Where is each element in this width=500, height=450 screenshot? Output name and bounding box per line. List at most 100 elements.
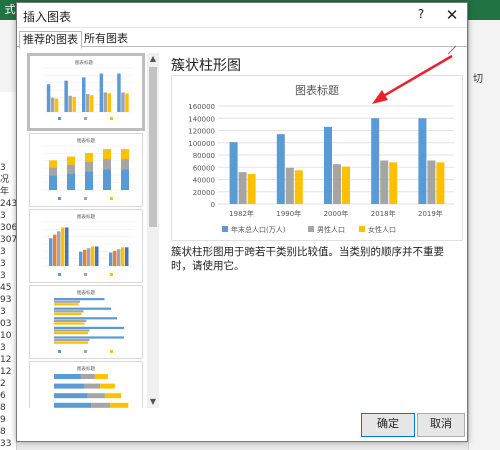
thumb-title: 图表标题 bbox=[77, 137, 95, 144]
sheet-cell[interactable]: 2 bbox=[0, 378, 16, 390]
preview-description: 簇状柱形图用于跨若干类别比较值。当类别的顺序并不重要时，请使用它。 bbox=[171, 246, 444, 272]
thumb-stack-seg bbox=[85, 171, 93, 190]
sheet-cell[interactable]: 3 bbox=[0, 270, 16, 282]
y-tick-label: 120000 bbox=[188, 128, 215, 136]
sheet-cell[interactable]: 8 bbox=[0, 402, 16, 414]
dialog-title-bar: 插入图表 ? ✕ bbox=[17, 3, 467, 28]
close-button[interactable]: ✕ bbox=[442, 5, 462, 25]
scroll-thumb[interactable] bbox=[149, 67, 157, 227]
ok-button[interactable]: 确定 bbox=[361, 413, 415, 437]
preview-chart-name: 簇状柱形图 bbox=[171, 58, 241, 74]
thumb-bar bbox=[72, 96, 76, 112]
thumb-clustered-column-by-series[interactable]: 图表标题 bbox=[29, 209, 143, 283]
thumb-bar bbox=[117, 73, 121, 112]
thumb-stack-seg bbox=[121, 149, 129, 160]
sheet-cell[interactable]: 3 bbox=[0, 342, 16, 354]
cut-label[interactable]: 切 bbox=[473, 70, 483, 85]
bar-female bbox=[294, 170, 303, 204]
thumb-hbar bbox=[54, 312, 82, 315]
sheet-cell[interactable]: 12 bbox=[0, 354, 16, 366]
x-tick-label: 1982年 bbox=[229, 209, 254, 218]
sheet-cell[interactable]: 3 bbox=[0, 258, 16, 270]
thumb-stack-seg bbox=[67, 164, 75, 174]
thumb-stack-seg bbox=[103, 169, 111, 190]
sheet-cell[interactable]: 03 bbox=[0, 318, 16, 330]
thumb-stack-seg bbox=[67, 156, 75, 165]
sheet-cell[interactable]: 3 bbox=[0, 306, 16, 318]
sheet-cell[interactable]: 243 bbox=[0, 198, 16, 210]
bar-total bbox=[229, 142, 238, 204]
thumb-bar bbox=[54, 98, 59, 112]
bar-total bbox=[276, 134, 285, 204]
thumb-bar bbox=[121, 92, 125, 112]
thumb-bar bbox=[91, 246, 95, 266]
sheet-cell[interactable]: 3 bbox=[0, 210, 16, 222]
thumb-legend-swatch bbox=[58, 197, 61, 200]
thumb-bar bbox=[103, 92, 108, 112]
thumb-stack-seg bbox=[49, 175, 57, 190]
thumb-bar bbox=[57, 231, 61, 266]
sheet-cell[interactable]: 9 bbox=[0, 414, 16, 426]
y-tick-label: 100000 bbox=[188, 140, 215, 148]
cancel-button[interactable]: 取消 bbox=[417, 413, 465, 437]
bar-total bbox=[418, 118, 427, 204]
thumb-chart-stacked-column: 图表标题 bbox=[44, 137, 134, 200]
thumb-stack-seg bbox=[85, 161, 93, 172]
help-button[interactable]: ? bbox=[413, 7, 429, 23]
sheet-cell[interactable]: 45 bbox=[0, 282, 16, 294]
sheet-cell[interactable]: 3 bbox=[0, 246, 16, 258]
thumb-hstack-seg bbox=[100, 383, 115, 389]
legend-label: 年末总人口(万人) bbox=[231, 225, 286, 234]
thumb-legend-swatch bbox=[58, 273, 61, 276]
sheet-cell[interactable]: 10 bbox=[0, 330, 16, 342]
thumbnail-scrollbar[interactable]: ▲ ▼ bbox=[147, 53, 159, 408]
thumb-hbar bbox=[54, 300, 80, 303]
sheet-cell[interactable]: 3 bbox=[0, 162, 16, 174]
thumb-bar bbox=[109, 252, 113, 266]
scroll-up-icon[interactable]: ▲ bbox=[147, 53, 159, 65]
tab-recommended[interactable]: 推荐的图表 bbox=[19, 31, 82, 49]
bar-male bbox=[380, 160, 389, 204]
sheet-cell[interactable]: 8 bbox=[0, 426, 16, 438]
bar-female bbox=[436, 162, 445, 204]
legend-label: 女性人口 bbox=[368, 225, 396, 234]
thumb-legend-swatch bbox=[84, 197, 87, 200]
y-tick-label: 60000 bbox=[193, 164, 215, 172]
thumb-hbar bbox=[54, 341, 88, 344]
thumb-bar bbox=[107, 93, 112, 112]
thumb-title: 图表标题 bbox=[77, 213, 95, 220]
sheet-cell[interactable]: 6 bbox=[0, 390, 16, 402]
thumb-hstack-seg bbox=[87, 393, 105, 399]
thumb-bar bbox=[90, 95, 94, 112]
thumb-hbar bbox=[54, 317, 117, 320]
thumb-hbar bbox=[54, 303, 79, 306]
sheet-cell[interactable]: 306 bbox=[0, 222, 16, 234]
tab-all-charts[interactable]: 所有图表 bbox=[81, 31, 131, 47]
bar-female bbox=[342, 166, 350, 204]
thumb-stack-seg bbox=[67, 173, 75, 190]
thumb-bar bbox=[86, 94, 90, 112]
thumb-bar bbox=[65, 227, 69, 266]
thumb-hbar bbox=[54, 319, 87, 322]
thumb-hstack-seg bbox=[84, 383, 101, 389]
thumb-hbar bbox=[54, 339, 90, 342]
sheet-cell[interactable]: 况 bbox=[0, 174, 16, 186]
sheet-cell[interactable]: 93 bbox=[0, 294, 16, 306]
thumb-clustered-bar[interactable]: 图表标题 bbox=[29, 285, 143, 359]
thumb-legend-swatch bbox=[58, 350, 61, 353]
sheet-cell[interactable]: 年 bbox=[0, 186, 16, 198]
legend-swatch bbox=[308, 226, 314, 232]
thumb-bar bbox=[50, 97, 55, 112]
sheet-cell[interactable]: 307 bbox=[0, 234, 16, 246]
thumb-legend-swatch bbox=[84, 350, 87, 353]
legend-swatch bbox=[359, 226, 365, 232]
thumb-clustered-column[interactable]: 图表标题 bbox=[27, 53, 145, 131]
thumb-stacked-bar[interactable]: 图表标题 bbox=[29, 361, 143, 408]
sheet-cell[interactable]: 33 bbox=[0, 438, 16, 450]
thumb-hbar bbox=[54, 326, 124, 329]
scroll-down-icon[interactable]: ▼ bbox=[147, 396, 159, 408]
thumb-bar bbox=[99, 73, 104, 112]
thumb-stacked-column[interactable]: 图表标题 bbox=[29, 133, 143, 207]
bar-total bbox=[371, 118, 380, 204]
sheet-cell[interactable]: 12 bbox=[0, 366, 16, 378]
